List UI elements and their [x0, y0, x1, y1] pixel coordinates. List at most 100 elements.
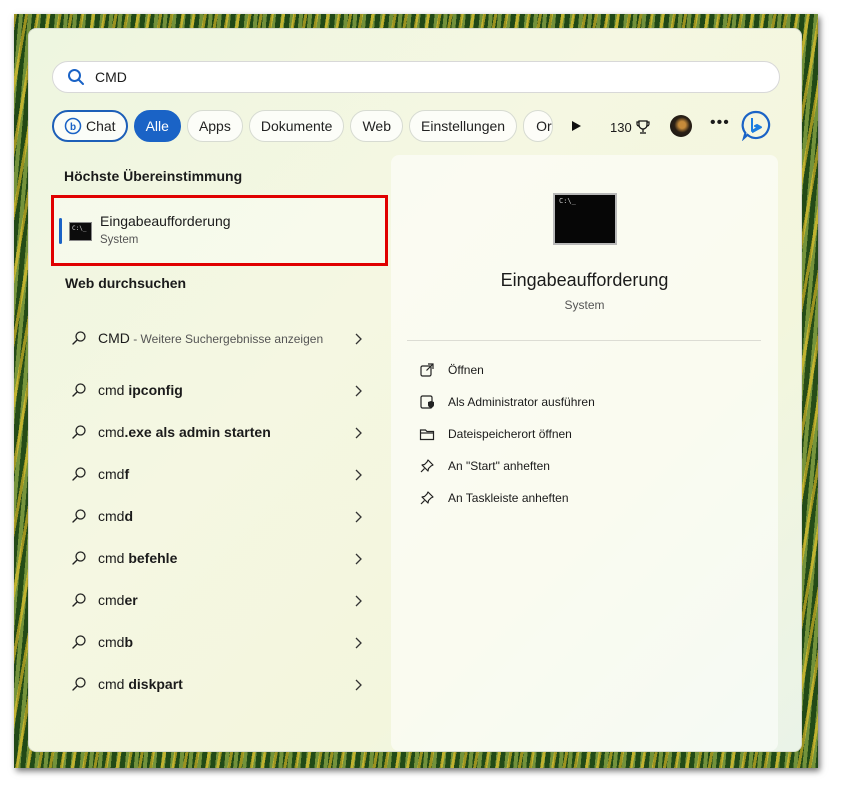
preview-action[interactable]: Dateispeicherort öffnen	[419, 418, 595, 450]
filter-web-label: Web	[362, 118, 391, 134]
user-avatar[interactable]	[670, 115, 692, 137]
web-search-item-text: cmdb	[98, 632, 333, 653]
search-icon	[71, 592, 87, 608]
filter-web-button[interactable]: Web	[350, 110, 403, 142]
filter-settings-label: Einstellungen	[421, 118, 506, 134]
best-match-subtitle: System	[100, 234, 139, 246]
preview-action-label: Öffnen	[448, 363, 484, 377]
search-icon	[68, 69, 84, 85]
chevron-right-icon[interactable]	[353, 332, 363, 345]
rewards-points-value: 130	[610, 119, 632, 135]
filter-settings-button[interactable]: Einstellungen	[409, 110, 518, 142]
web-search-item-text: cmd ipconfig	[98, 380, 333, 401]
best-match-heading: Höchste Übereinstimmung	[64, 168, 243, 184]
best-match-title: Eingabeaufforderung	[100, 213, 231, 229]
search-icon	[71, 382, 87, 398]
filter-all-label: Alle	[145, 118, 169, 134]
search-icon	[71, 466, 87, 482]
web-search-item-text: cmdf	[98, 464, 333, 485]
preview-action-label: Dateispeicherort öffnen	[448, 427, 572, 441]
preview-action[interactable]: Öffnen	[419, 354, 595, 386]
web-search-list: CMD - Weitere Suchergebnisse anzeigen cmd…	[65, 307, 375, 705]
search-box[interactable]	[52, 61, 780, 93]
web-search-item[interactable]: cmd diskpart	[65, 663, 375, 705]
chevron-right-icon[interactable]	[353, 636, 363, 649]
chevron-right-icon[interactable]	[353, 594, 363, 607]
preview-title: Eingabeaufforderung	[500, 270, 669, 290]
pin-icon	[419, 490, 448, 506]
filter-apps-label: Apps	[198, 118, 231, 134]
chevron-right-icon[interactable]	[353, 552, 363, 565]
preview-action-label: Als Administrator ausführen	[448, 395, 595, 409]
selection-indicator	[59, 218, 62, 244]
best-match-result[interactable]: C:\_ Eingabeaufforderung System	[51, 195, 388, 266]
search-icon	[71, 634, 87, 650]
query-completion: b	[124, 633, 134, 650]
admin-shield-icon	[419, 394, 448, 410]
web-search-item-text: cmd.exe als admin starten	[98, 422, 333, 443]
preview-action[interactable]: An "Start" anheften	[419, 450, 595, 482]
trophy-icon	[636, 120, 650, 134]
query-completion: er	[124, 591, 138, 608]
web-search-item[interactable]: cmdb	[65, 621, 375, 663]
preview-actions: Öffnen Als Administrator ausführen Dateisp…	[419, 354, 595, 514]
web-search-item[interactable]: cmd.exe als admin starten	[65, 411, 375, 453]
svg-text:b: b	[70, 122, 76, 133]
query-prefix: cmd	[98, 465, 125, 482]
search-icon	[71, 330, 87, 346]
query-prefix: cmd	[98, 507, 125, 524]
start-search-panel: b Chat Alle Apps Dokumente Web Einstellu…	[28, 28, 802, 752]
more-options-icon[interactable]: •••	[710, 114, 730, 132]
web-search-item[interactable]: cmdd	[65, 495, 375, 537]
chevron-right-icon[interactable]	[353, 678, 363, 691]
filter-more-button[interactable]: Or	[523, 110, 554, 142]
preview-action-label: An "Start" anheften	[448, 459, 550, 473]
folder-icon	[419, 426, 448, 442]
preview-action[interactable]: An Taskleiste anheften	[419, 482, 595, 514]
web-search-heading: Web durchsuchen	[65, 275, 187, 291]
web-search-item[interactable]: cmd ipconfig	[65, 369, 375, 411]
filter-all-button[interactable]: Alle	[133, 110, 181, 142]
query-completion: .exe als admin starten	[124, 423, 271, 440]
query-prefix: cmd	[98, 423, 125, 440]
web-search-item-text: CMD - Weitere Suchergebnisse anzeigen	[98, 328, 333, 349]
preview-subtitle: System	[564, 298, 605, 312]
filter-bar: b Chat Alle Apps Dokumente Web Einstellu…	[52, 109, 583, 143]
web-search-item-text: cmdd	[98, 506, 333, 527]
query-completion: f	[124, 465, 130, 482]
chevron-right-icon[interactable]	[353, 468, 363, 481]
preview-action[interactable]: Als Administrator ausführen	[419, 386, 595, 418]
filter-documents-label: Dokumente	[260, 118, 333, 134]
web-search-item[interactable]: cmdf	[65, 453, 375, 495]
web-search-item[interactable]: CMD - Weitere Suchergebnisse anzeigen	[65, 307, 375, 369]
search-input[interactable]	[95, 69, 695, 85]
command-prompt-large-icon-text: C:\_	[559, 197, 576, 205]
chevron-right-icon[interactable]	[353, 510, 363, 523]
web-search-item-text: cmder	[98, 590, 333, 611]
search-icon	[71, 550, 87, 566]
query-suffix: - Weitere Suchergebnisse anzeigen	[129, 331, 324, 346]
filter-chat-button[interactable]: b Chat	[52, 110, 128, 142]
search-icon	[71, 424, 87, 440]
rewards-points[interactable]: 130	[610, 119, 651, 135]
filter-documents-button[interactable]: Dokumente	[248, 110, 345, 142]
web-search-item[interactable]: cmd befehle	[65, 537, 375, 579]
query-prefix: cmd	[98, 591, 125, 608]
pin-icon	[419, 458, 448, 474]
web-search-item[interactable]: cmder	[65, 579, 375, 621]
preview-pane: C:\_ Eingabeaufforderung System Öffnen Al…	[391, 155, 778, 751]
filter-chat-label: Chat	[86, 118, 116, 134]
query-prefix: cmd	[98, 381, 129, 398]
search-icon	[71, 508, 87, 524]
chevron-right-icon[interactable]	[353, 384, 363, 397]
query-prefix: cmd	[98, 675, 129, 692]
chevron-right-icon[interactable]	[353, 426, 363, 439]
query-prefix: cmd	[98, 549, 129, 566]
command-prompt-icon-text: C:\_	[72, 225, 87, 232]
filter-apps-button[interactable]: Apps	[186, 110, 243, 142]
scroll-filters-right-icon[interactable]	[569, 119, 583, 133]
open-external-icon	[419, 362, 448, 378]
query-completion: diskpart	[128, 675, 183, 692]
command-prompt-large-icon: C:\_	[553, 193, 617, 245]
bing-icon[interactable]	[740, 109, 772, 141]
